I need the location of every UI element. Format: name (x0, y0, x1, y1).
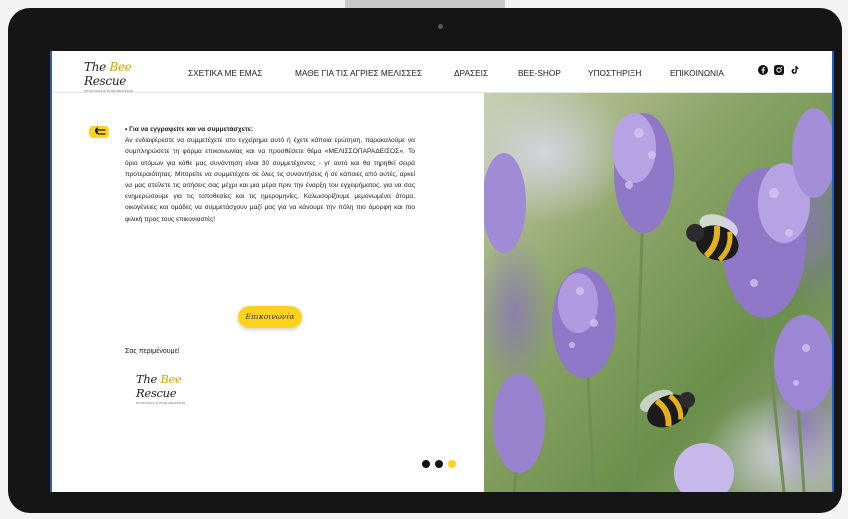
section-heading: • Για να εγγραφείτε και να συμμετάσχετε: (125, 126, 254, 133)
browser-screen: The Bee Rescue ΠΡΟΣΤΑΣΙΑ ΑΓΡΙΩΝ ΜΕΛΙΣΣΩΝ… (50, 51, 834, 492)
top-navigation: The Bee Rescue ΠΡΟΣΤΑΣΙΑ ΑΓΡΙΩΝ ΜΕΛΙΣΣΩΝ… (52, 51, 832, 93)
footer-logo-subtitle: ΠΡΟΣΤΑΣΙΑ ΑΓΡΙΩΝ ΜΕΛΙΣΣΩΝ (136, 401, 186, 405)
logo-word-the: The (84, 60, 110, 74)
slider-dot-2[interactable] (435, 460, 443, 468)
contact-button[interactable]: Επικοινωνία (238, 306, 302, 328)
bees-on-lavender-photo (484, 93, 832, 492)
participation-text: • Για να εγγραφείτε και να συμμετάσχετε:… (125, 124, 415, 225)
back-arrow-icon[interactable] (88, 125, 110, 139)
footer-logo-word-bee: Bee (160, 372, 182, 386)
site-logo[interactable]: The Bee Rescue ΠΡΟΣΤΑΣΙΑ ΑΓΡΙΩΝ ΜΕΛΙΣΣΩΝ (84, 60, 166, 93)
footer-logo-word-the: The (136, 372, 161, 386)
camera-icon (438, 24, 443, 29)
closing-text: Σας περιμένουμε! (125, 348, 180, 355)
footer-logo-wordmark: The Bee Rescue (136, 372, 220, 400)
facebook-icon[interactable] (758, 65, 768, 75)
logo-word-bee: Bee (109, 60, 132, 74)
logo-word-rescue: Rescue (84, 74, 127, 88)
nav-link-actions[interactable]: ΔΡΑΣΕΙΣ (454, 68, 488, 78)
nav-link-contact[interactable]: ΕΠΙΚΟΙΝΩΝΙΑ (670, 68, 724, 78)
content-panel: • Για να εγγραφείτε και να συμμετάσχετε:… (52, 93, 484, 492)
nav-link-support[interactable]: ΥΠΟΣΤΗΡΙΞΗ (588, 68, 641, 78)
nav-link-about[interactable]: ΣΧΕΤΙΚΑ ΜΕ ΕΜΑΣ (188, 68, 262, 78)
logo-wordmark: The Bee Rescue (84, 60, 166, 88)
footer-logo: The Bee Rescue ΠΡΟΣΤΑΣΙΑ ΑΓΡΙΩΝ ΜΕΛΙΣΣΩΝ (136, 372, 220, 405)
tiktok-icon[interactable] (790, 65, 800, 75)
instagram-icon[interactable] (774, 65, 784, 75)
laptop-frame: The Bee Rescue ΠΡΟΣΤΑΣΙΑ ΑΓΡΙΩΝ ΜΕΛΙΣΣΩΝ… (8, 8, 842, 513)
section-body: Αν ενδιαφέρεστε να συμμετέχετε στο εγχεί… (125, 137, 415, 223)
slider-dots (422, 460, 462, 470)
nav-link-wild-bees[interactable]: ΜΑΘΕ ΓΙΑ ΤΙΣ ΑΓΡΙΕΣ ΜΕΛΙΣΣΕΣ (295, 68, 422, 78)
slider-dot-3-active[interactable] (448, 460, 456, 468)
slider-dot-1[interactable] (422, 460, 430, 468)
nav-link-bee-shop[interactable]: BEE-SHOP (518, 68, 561, 78)
footer-logo-word-rescue: Rescue (136, 386, 177, 400)
